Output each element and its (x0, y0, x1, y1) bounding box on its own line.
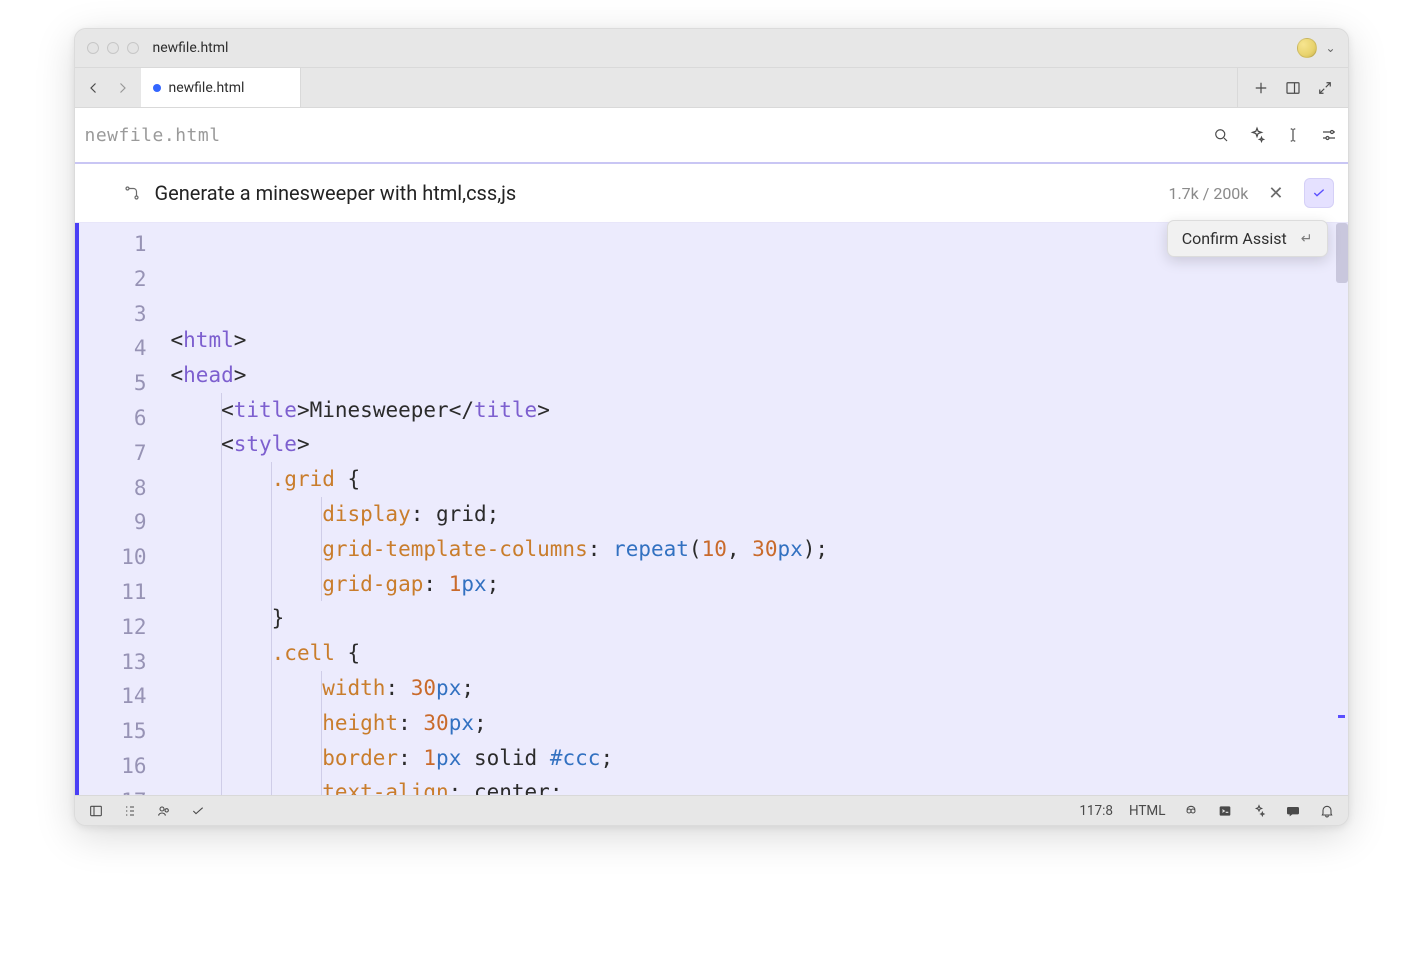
line-number: 11 (79, 575, 147, 610)
tabbar: newfile.html (75, 68, 1348, 108)
line-number: 7 (79, 436, 147, 471)
code-line[interactable]: border: 1px solid #ccc; (171, 741, 1348, 776)
route-icon[interactable] (123, 184, 141, 202)
statusbar: 117:8 HTML (75, 795, 1348, 825)
traffic-close-icon[interactable] (87, 42, 99, 54)
confirm-tooltip: Confirm Assist ↵ (1167, 220, 1328, 257)
code-line[interactable]: .cell { (171, 636, 1348, 671)
scrollbar-thumb[interactable] (1336, 223, 1348, 283)
split-panel-button[interactable] (1284, 79, 1302, 97)
code-line[interactable]: width: 30px; (171, 671, 1348, 706)
line-gutter: 1234567891011121314151617 (79, 223, 171, 795)
code-line[interactable]: .grid { (171, 462, 1348, 497)
code-line[interactable]: <html> (171, 323, 1348, 358)
code-line[interactable]: grid-template-columns: repeat(10, 30px); (171, 532, 1348, 567)
traffic-max-icon[interactable] (127, 42, 139, 54)
panel-left-icon[interactable] (87, 802, 105, 820)
line-number: 12 (79, 610, 147, 645)
settings-sliders-icon[interactable] (1320, 126, 1338, 144)
tab-label: newfile.html (169, 80, 245, 96)
accept-button[interactable] (1304, 178, 1334, 208)
breadcrumb-bar: newfile.html (75, 108, 1348, 162)
avatar[interactable] (1297, 38, 1317, 58)
inline-prompt-bar: Generate a minesweeper with html,css,js … (75, 164, 1348, 223)
ai-sparkle-icon[interactable] (1250, 802, 1268, 820)
cursor-position[interactable]: 117:8 (1079, 803, 1113, 819)
chat-icon[interactable] (1284, 802, 1302, 820)
chevron-down-icon[interactable]: ⌄ (1325, 41, 1335, 55)
tooltip-label: Confirm Assist (1182, 229, 1287, 248)
outline-icon[interactable] (121, 802, 139, 820)
traffic-min-icon[interactable] (107, 42, 119, 54)
sparkle-icon[interactable] (1248, 126, 1266, 144)
code-area[interactable]: <html><head> <title>Minesweeper</title> … (171, 223, 1348, 795)
dirty-indicator-icon (153, 84, 161, 92)
line-number: 5 (79, 366, 147, 401)
code-line[interactable]: <title>Minesweeper</title> (171, 393, 1348, 428)
line-number: 2 (79, 262, 147, 297)
code-line[interactable]: display: grid; (171, 497, 1348, 532)
line-number: 4 (79, 331, 147, 366)
code-line[interactable]: <style> (171, 427, 1348, 462)
line-number: 14 (79, 679, 147, 714)
expand-button[interactable] (1316, 79, 1334, 97)
titlebar: newfile.html ⌄ (75, 29, 1348, 68)
line-number: 6 (79, 401, 147, 436)
traffic-lights[interactable] (87, 42, 139, 54)
search-icon[interactable] (1212, 126, 1230, 144)
line-number: 16 (79, 749, 147, 784)
line-number: 8 (79, 471, 147, 506)
breadcrumb[interactable]: newfile.html (85, 125, 221, 146)
code-line[interactable]: } (171, 601, 1348, 636)
token-count: 1.7k / 200k (1168, 184, 1248, 203)
close-prompt-button[interactable]: ✕ (1262, 183, 1289, 204)
language-mode[interactable]: HTML (1129, 803, 1166, 819)
code-line[interactable]: text-align: center; (171, 775, 1348, 795)
code-line[interactable]: grid-gap: 1px; (171, 567, 1348, 602)
line-number: 13 (79, 645, 147, 680)
code-line[interactable]: <head> (171, 358, 1348, 393)
window-title: newfile.html (153, 40, 229, 56)
nav-forward-button[interactable] (113, 79, 131, 97)
diagnostics-ok-icon[interactable] (189, 802, 207, 820)
nav-back-button[interactable] (85, 79, 103, 97)
editor-window: newfile.html ⌄ newfile.html (74, 28, 1349, 826)
new-tab-button[interactable] (1252, 79, 1270, 97)
line-number: 3 (79, 297, 147, 332)
copilot-icon[interactable] (1182, 802, 1200, 820)
bell-icon[interactable] (1318, 802, 1336, 820)
terminal-icon[interactable] (1216, 802, 1234, 820)
enter-key-icon: ↵ (1301, 231, 1313, 247)
line-number: 1 (79, 227, 147, 262)
line-number: 15 (79, 714, 147, 749)
line-number: 9 (79, 505, 147, 540)
code-line[interactable]: height: 30px; (171, 706, 1348, 741)
tab-active[interactable]: newfile.html (141, 68, 301, 107)
line-number: 10 (79, 540, 147, 575)
cursor-icon[interactable] (1284, 126, 1302, 144)
line-number: 17 (79, 784, 147, 795)
collab-icon[interactable] (155, 802, 173, 820)
code-editor[interactable]: 1234567891011121314151617 <html><head> <… (75, 223, 1348, 795)
prompt-text[interactable]: Generate a minesweeper with html,css,js (155, 181, 1155, 205)
